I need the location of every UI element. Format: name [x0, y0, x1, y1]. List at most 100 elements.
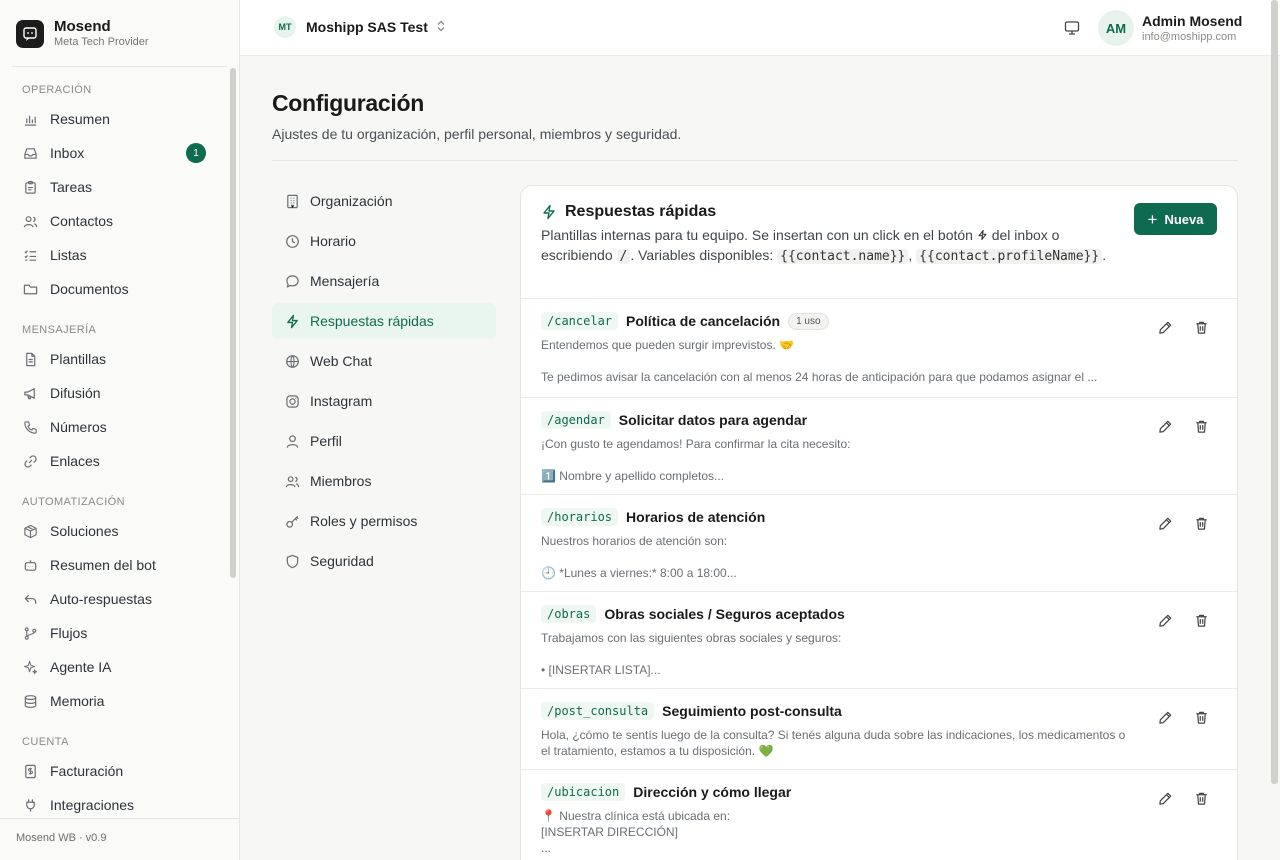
file-icon: [22, 351, 38, 367]
page-subtitle: Ajustes de tu organización, perfil perso…: [272, 126, 682, 142]
brand[interactable]: Mosend Meta Tech Provider: [16, 18, 149, 49]
sidebar-item-label: Facturación: [50, 763, 124, 779]
link-icon: [22, 453, 38, 469]
sidebar-item-label: Flujos: [50, 625, 88, 641]
sidebar-item-listas[interactable]: Listas: [12, 238, 216, 272]
brand-name: Mosend: [54, 18, 111, 35]
edit-pencil-icon[interactable]: [1157, 418, 1173, 434]
trash-icon[interactable]: [1193, 319, 1209, 335]
edit-pencil-icon[interactable]: [1157, 319, 1173, 335]
edit-pencil-icon[interactable]: [1157, 709, 1173, 725]
quick-reply-preview: Nuestros horarios de atención son:: [541, 534, 728, 548]
quick-replies-card: Respuestas rápidas Plantillas internas p…: [520, 185, 1238, 860]
quick-reply-preview: ...: [541, 841, 552, 855]
sidebar-nav: OPERACIÓN Resumen Inbox 1 Tareas Contactos Lis…: [0, 67, 228, 818]
settings-tab-miembros[interactable]: Miembros: [272, 463, 496, 499]
bot-icon: [22, 557, 38, 573]
settings-tab-roles-y-permisos[interactable]: Roles y permisos: [272, 503, 496, 539]
org-switcher[interactable]: MT Moshipp SAS Test: [274, 16, 446, 38]
sidebar-item-flujos[interactable]: Flujos: [12, 616, 216, 650]
sidebar-item-auto-respuestas[interactable]: Auto-respuestas: [12, 582, 216, 616]
edit-pencil-icon[interactable]: [1157, 790, 1173, 806]
quick-reply-row[interactable]: /agendar Solicitar datos para agendar ¡Con…: [521, 397, 1237, 494]
sidebar-item-inbox[interactable]: Inbox 1: [12, 136, 216, 170]
user-icon: [284, 433, 300, 449]
quick-reply-preview: [INSERTAR DIRECCIÓN]: [541, 825, 678, 839]
settings-tab-web-chat[interactable]: Web Chat: [272, 343, 496, 379]
quick-reply-row[interactable]: /post_consulta Seguimiento post-consulta H…: [521, 688, 1237, 769]
trash-icon[interactable]: [1193, 418, 1209, 434]
trash-icon[interactable]: [1193, 515, 1209, 531]
sidebar-item-enlaces[interactable]: Enlaces: [12, 444, 216, 478]
sidebar-item-label: Números: [50, 419, 107, 435]
shield-icon: [284, 553, 300, 569]
quick-reply-row[interactable]: /obras Obras sociales / Seguros aceptados…: [521, 591, 1237, 688]
sidebar-item-resumen-del-bot[interactable]: Resumen del bot: [12, 548, 216, 582]
sidebar-item-contactos[interactable]: Contactos: [12, 204, 216, 238]
monitor-icon[interactable]: [1062, 18, 1082, 38]
sidebar-item-memoria[interactable]: Memoria: [12, 684, 216, 718]
quick-reply-title: Horarios de atención: [626, 509, 766, 525]
trash-icon[interactable]: [1193, 790, 1209, 806]
database-icon: [22, 693, 38, 709]
sidebar-item-difusión[interactable]: Difusión: [12, 376, 216, 410]
settings-tab-label: Seguridad: [310, 553, 374, 569]
new-quick-reply-button[interactable]: + Nueva: [1134, 203, 1217, 235]
sidebar-item-resumen[interactable]: Resumen: [12, 102, 216, 136]
sidebar-item-agente-ia[interactable]: Agente IA: [12, 650, 216, 684]
settings-tab-organización[interactable]: Organización: [272, 183, 496, 219]
sidebar-item-números[interactable]: Números: [12, 410, 216, 444]
sidebar-item-tareas[interactable]: Tareas: [12, 170, 216, 204]
sidebar-item-label: Agente IA: [50, 659, 112, 675]
quick-reply-title: Seguimiento post-consulta: [662, 703, 842, 719]
sidebar-item-facturación[interactable]: Facturación: [12, 754, 216, 788]
sparkles-icon: [22, 659, 38, 675]
settings-tab-respuestas-rápidas[interactable]: Respuestas rápidas: [272, 303, 496, 339]
variable-chip: {{contact.profileName}}: [916, 249, 1103, 264]
user-menu[interactable]: Admin Mosend info@moshipp.com: [1142, 13, 1242, 44]
settings-tab-seguridad[interactable]: Seguridad: [272, 543, 496, 579]
git-branch-icon: [22, 625, 38, 641]
trash-icon[interactable]: [1193, 612, 1209, 628]
nav-section: CUENTA Facturación Integraciones: [0, 718, 228, 818]
trash-icon[interactable]: [1193, 709, 1209, 725]
instagram-icon: [284, 393, 300, 409]
quick-reply-row[interactable]: /horarios Horarios de atención Nuestros ho…: [521, 494, 1237, 591]
plus-icon: +: [1147, 209, 1158, 229]
sidebar-item-soluciones[interactable]: Soluciones: [12, 514, 216, 548]
sidebar-item-label: Resumen del bot: [50, 557, 156, 573]
sidebar-scrollbar[interactable]: [230, 68, 236, 578]
edit-pencil-icon[interactable]: [1157, 612, 1173, 628]
sidebar-item-label: Inbox: [50, 145, 85, 161]
nav-section-heading: AUTOMATIZACIÓN: [22, 496, 125, 508]
page-title: Configuración: [272, 90, 424, 116]
org-name: Moshipp SAS Test: [306, 19, 428, 35]
sidebar-item-plantillas[interactable]: Plantillas: [12, 342, 216, 376]
bar-chart-icon: [22, 111, 38, 127]
sidebar-item-integraciones[interactable]: Integraciones: [12, 788, 216, 818]
settings-tab-mensajería[interactable]: Mensajería: [272, 263, 496, 299]
page-scrollbar[interactable]: [1271, 0, 1278, 784]
settings-tab-horario[interactable]: Horario: [272, 223, 496, 259]
settings-tab-instagram[interactable]: Instagram: [272, 383, 496, 419]
megaphone-icon: [22, 385, 38, 401]
sidebar: Mosend Meta Tech Provider OPERACIÓN Resum…: [0, 0, 240, 860]
sidebar-item-documentos[interactable]: Documentos: [12, 272, 216, 306]
user-name: Admin Mosend: [1142, 13, 1243, 29]
user-avatar[interactable]: AM: [1098, 10, 1134, 46]
quick-reply-shortcut: /obras: [541, 605, 597, 623]
settings-tab-perfil[interactable]: Perfil: [272, 423, 496, 459]
quick-reply-title: Solicitar datos para agendar: [618, 412, 808, 428]
sidebar-item-label: Contactos: [50, 213, 114, 229]
sidebar-item-label: Documentos: [50, 281, 129, 297]
users-icon: [22, 213, 38, 229]
user-email: info@moshipp.com: [1142, 31, 1237, 43]
sidebar-item-label: Integraciones: [50, 797, 135, 813]
edit-pencil-icon[interactable]: [1157, 515, 1173, 531]
settings-nav: Organización Horario Mensajería Respuestas …: [272, 183, 496, 583]
zap-icon: [541, 204, 557, 220]
quick-reply-row[interactable]: /cancelar Política de cancelación 1 uso Ent…: [521, 298, 1237, 397]
folder-icon: [22, 281, 38, 297]
quick-reply-preview: 🕘 *Lunes a viernes:* 8:00 a 18:00...: [541, 566, 737, 580]
quick-reply-row[interactable]: /ubicacion Dirección y cómo llegar 📍 Nuest…: [521, 769, 1237, 860]
